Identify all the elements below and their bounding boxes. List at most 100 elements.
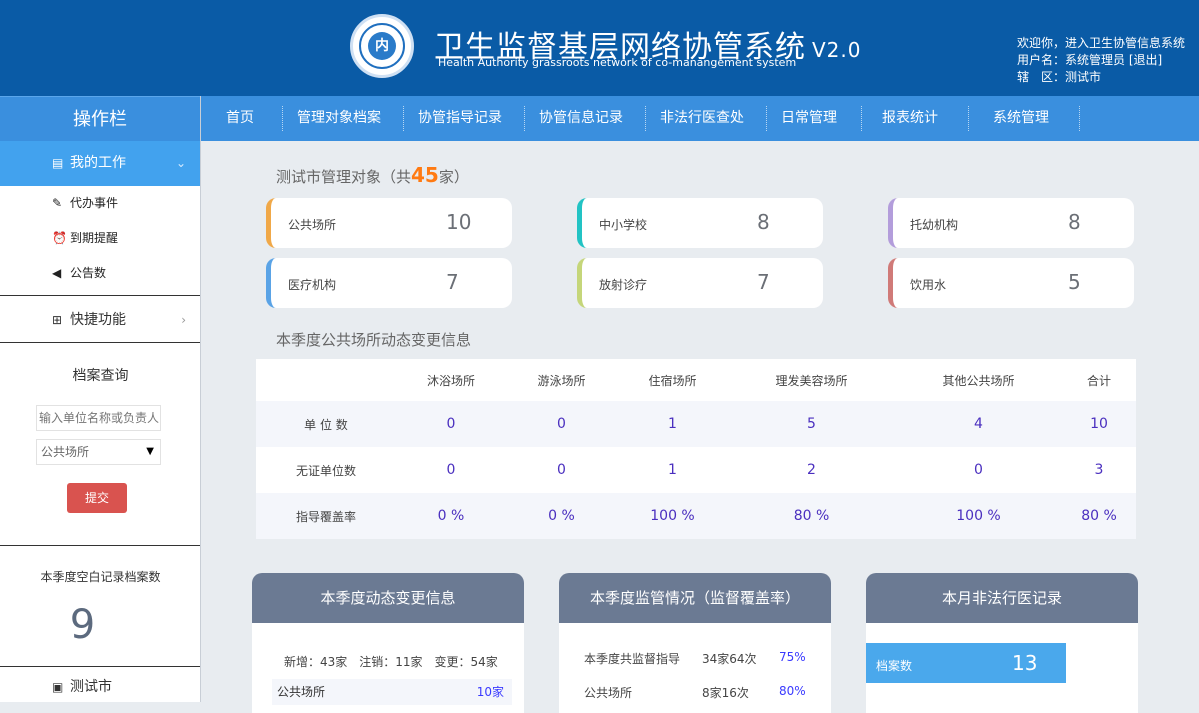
row-label: 无证单位数	[295, 463, 356, 478]
table-cell: 0	[446, 462, 456, 478]
column-header: 其他公共场所	[942, 373, 1015, 388]
panel-supervision: 本季度监管情况（监督覆盖率） 本季度共监督指导 34家64次 75% 公共场所 8家1…	[559, 573, 831, 713]
table-cell: 1	[668, 462, 677, 478]
nav-separator	[968, 106, 969, 131]
table-row: 单 位 数 0 0 1 5 4 10	[256, 401, 1136, 447]
archive-count-bar[interactable]: 档案数 13	[866, 643, 1066, 683]
notice-label: 公告数	[70, 266, 107, 280]
folder-icon: ▣	[52, 680, 64, 694]
row-label: 单 位 数	[304, 417, 348, 432]
panel-illegal-practice: 本月非法行医记录 档案数 13	[866, 573, 1138, 713]
nav-reports[interactable]: 报表统计	[882, 96, 938, 141]
objects-count: 45	[411, 163, 439, 187]
nav-home[interactable]: 首页	[226, 96, 254, 141]
submit-button[interactable]: 提交	[67, 483, 127, 513]
user-info: 欢迎你，进入卫生协管信息系统 用户名：系统管理员 [退出] 辖 区：测试市	[1017, 35, 1185, 86]
nav-illegal[interactable]: 非法行医查处	[660, 96, 744, 141]
list-item-label: 公共场所	[584, 686, 633, 700]
sidebar-title: 操作栏	[0, 96, 200, 141]
card-label: 放射诊疗	[599, 278, 648, 292]
list-item-label: 公共场所	[277, 685, 326, 699]
sidebar-item-region[interactable]: ▣ 测试市	[0, 667, 200, 707]
card-value: 8	[757, 210, 770, 234]
card-value: 8	[1068, 210, 1081, 234]
object-card[interactable]: 托幼机构 8	[888, 198, 1134, 248]
top-nav: 首页 管理对象档案 协管指导记录 协管信息记录 非法行医查处 日常管理 报表统计…	[201, 96, 1199, 141]
list-item-value: 10家	[476, 685, 504, 699]
table-cell: 4	[974, 416, 983, 432]
object-card[interactable]: 医疗机构 7	[266, 258, 512, 308]
calendar-icon: ▤	[52, 156, 64, 170]
object-card[interactable]: 公共场所 10	[266, 198, 512, 248]
chevron-down-icon: ⌄	[175, 156, 186, 170]
reminder-label: 到期提醒	[70, 231, 119, 245]
alarm-icon: ⏰	[52, 231, 67, 245]
dropdown-arrow-icon: ▼	[146, 446, 154, 457]
card-label: 托幼机构	[910, 218, 959, 232]
table-cell: 80 %	[793, 508, 830, 524]
table-cell: 100 %	[650, 508, 695, 524]
nav-archives[interactable]: 管理对象档案	[297, 96, 381, 141]
table-cell: 0	[446, 416, 456, 432]
sidebar-item-notice[interactable]: ◀ 公告数	[0, 256, 200, 291]
plus-box-icon: ⊞	[52, 313, 63, 327]
column-header	[256, 359, 396, 401]
main-content: 测试市管理对象（共45家） 公共场所 10 中小学校 8 托幼机构 8 医疗机构 7 放…	[201, 141, 1199, 713]
table-cell: 0 %	[548, 508, 575, 524]
list-item[interactable]: 公共场所 10家	[272, 679, 512, 705]
objects-title: 测试市管理对象（共45家）	[276, 163, 469, 187]
archive-select-value: 公共场所	[41, 445, 90, 459]
table-cell: 0	[557, 462, 566, 478]
nav-guidance[interactable]: 协管指导记录	[418, 96, 502, 141]
dynamic-table: 沐浴场所 游泳场所 住宿场所 理发美容场所 其他公共场所 合计 单 位 数 0 …	[256, 359, 1136, 539]
edit-icon: ✎	[52, 196, 63, 210]
panel-title: 本季度动态变更信息	[252, 573, 524, 623]
card-value: 10	[446, 210, 472, 234]
nav-separator	[1079, 106, 1080, 131]
welcome-text: 欢迎你，进入卫生协管信息系统	[1017, 36, 1186, 50]
archive-type-select[interactable]: 公共场所 ▼	[36, 439, 161, 465]
panel-dynamic-changes: 本季度动态变更信息 新增：43家 注销：11家 变更：54家 公共场所 10家	[252, 573, 524, 713]
objects-title-suffix: 家）	[438, 168, 469, 186]
card-label: 中小学校	[599, 218, 648, 232]
card-value: 7	[446, 270, 459, 294]
card-label: 公共场所	[288, 218, 337, 232]
my-work-label: 我的工作	[70, 155, 126, 171]
nav-separator	[645, 106, 646, 131]
sidebar-item-quick[interactable]: ⊞ 快捷功能 ›	[0, 295, 200, 343]
nav-info[interactable]: 协管信息记录	[539, 96, 623, 141]
chevron-right-icon: ›	[181, 313, 186, 327]
blank-records: 本季度空白记录档案数 9	[0, 545, 200, 667]
column-header: 沐浴场所	[426, 373, 475, 388]
nav-system[interactable]: 系统管理	[993, 96, 1049, 141]
speaker-icon: ◀	[52, 266, 62, 280]
username-text: 用户名：系统管理员	[1017, 53, 1126, 67]
region-line: 辖 区：测试市	[1017, 70, 1102, 84]
table-header-row: 沐浴场所 游泳场所 住宿场所 理发美容场所 其他公共场所 合计	[256, 359, 1136, 401]
card-label: 医疗机构	[288, 278, 337, 292]
table-cell: 0	[557, 416, 566, 432]
object-card[interactable]: 饮用水 5	[888, 258, 1134, 308]
sidebar-item-my-work[interactable]: ▤ 我的工作 ⌄	[0, 141, 200, 186]
quick-label: 快捷功能	[70, 312, 126, 328]
object-card[interactable]: 中小学校 8	[577, 198, 823, 248]
archive-search-input[interactable]	[36, 405, 161, 431]
nav-separator	[282, 106, 283, 131]
app-version: V2.0	[812, 38, 862, 62]
sidebar-item-todo[interactable]: ✎ 代办事件	[0, 186, 200, 221]
list-item-label: 本季度共监督指导	[584, 652, 681, 666]
nav-separator	[403, 106, 404, 131]
logout-link[interactable]: [退出]	[1129, 53, 1162, 67]
list-item-count: 34家64次	[702, 652, 757, 666]
nav-separator	[861, 106, 862, 131]
app-subtitle: Health Authority grassroots network of c…	[438, 56, 797, 69]
logo: 内	[350, 14, 414, 78]
row-label: 指导覆盖率	[295, 509, 356, 524]
nav-daily[interactable]: 日常管理	[781, 96, 837, 141]
card-value: 7	[757, 270, 770, 294]
logo-emblem: 内	[368, 32, 396, 60]
sidebar-item-reminder[interactable]: ⏰ 到期提醒	[0, 221, 200, 256]
username-line: 用户名：系统管理员 [退出]	[1017, 52, 1185, 69]
bar-value: 13	[1012, 651, 1038, 675]
object-card[interactable]: 放射诊疗 7	[577, 258, 823, 308]
